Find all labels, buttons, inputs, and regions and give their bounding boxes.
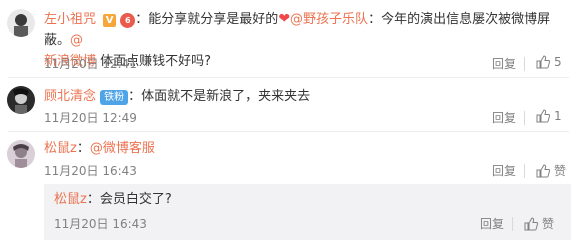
username[interactable]: 松鼠z xyxy=(44,141,77,156)
mention-link[interactable]: @ xyxy=(70,33,83,48)
like-count: 5 xyxy=(554,55,562,69)
thumbs-up-icon xyxy=(536,55,550,69)
fan-badge: 铁粉 xyxy=(100,90,129,105)
thumbs-up-icon xyxy=(536,109,550,123)
divider xyxy=(524,57,525,71)
divider xyxy=(512,217,513,231)
timestamp: 11月20日 12:49 xyxy=(44,111,137,125)
comment-text: ： xyxy=(76,141,90,156)
timestamp: 11月20日 16:43 xyxy=(54,217,147,231)
vip-badge-icon: 6 xyxy=(120,13,136,28)
like-label: 赞 xyxy=(554,164,567,178)
comment-item: 松鼠z：@微博客服 11月20日 16:43 回复 赞 松鼠z：会员白交了? 1… xyxy=(0,132,577,244)
timestamp: 11月20日 16:43 xyxy=(44,164,137,178)
comment-item: 顾北清念 铁粉 ：体面就不是新浪了，夹来夹去 11月20日 12:49 回复 1 xyxy=(0,78,577,130)
thumbs-up-icon xyxy=(524,216,538,230)
comment-text: ：能分享就分享是最好的 xyxy=(135,12,279,27)
divider xyxy=(524,164,525,178)
avatar[interactable] xyxy=(7,9,35,37)
like-count: 1 xyxy=(554,109,562,123)
avatar[interactable] xyxy=(7,86,35,114)
username[interactable]: 左小祖咒 xyxy=(44,12,96,27)
verified-badge-icon: V xyxy=(103,14,117,27)
mention-link[interactable]: @野孩子乐队 xyxy=(290,12,368,27)
mention-link[interactable]: @微博客服 xyxy=(90,141,155,156)
like-label: 赞 xyxy=(542,217,555,231)
like-button[interactable]: 赞 xyxy=(524,215,554,232)
reply-button[interactable]: 回复 xyxy=(492,55,516,72)
reply-button[interactable]: 回复 xyxy=(480,215,504,232)
like-button[interactable]: 5 xyxy=(536,55,562,69)
thumbs-up-icon xyxy=(536,163,550,177)
heart-emoji-icon: ❤ xyxy=(278,11,291,27)
comment-item: 左小祖咒 V 6 ：能分享就分享是最好的❤@野孩子乐队：今年的演出信息屡次被微博屏… xyxy=(0,0,577,76)
comment-text: ：体面就不是新浪了，夹来夹去 xyxy=(128,89,311,104)
like-button[interactable]: 1 xyxy=(536,109,562,123)
divider xyxy=(524,111,525,125)
comment-text: ：会员白交了? xyxy=(86,192,172,207)
nested-reply: 松鼠z：会员白交了? 11月20日 16:43 回复 赞 xyxy=(44,184,571,240)
username[interactable]: 松鼠z xyxy=(54,192,87,207)
reply-button[interactable]: 回复 xyxy=(492,109,516,126)
avatar[interactable] xyxy=(7,140,35,168)
like-button[interactable]: 赞 xyxy=(536,162,566,179)
username[interactable]: 顾北清念 xyxy=(44,89,96,104)
reply-button[interactable]: 回复 xyxy=(492,162,516,179)
timestamp: 11月20日 12:41 xyxy=(44,57,137,71)
